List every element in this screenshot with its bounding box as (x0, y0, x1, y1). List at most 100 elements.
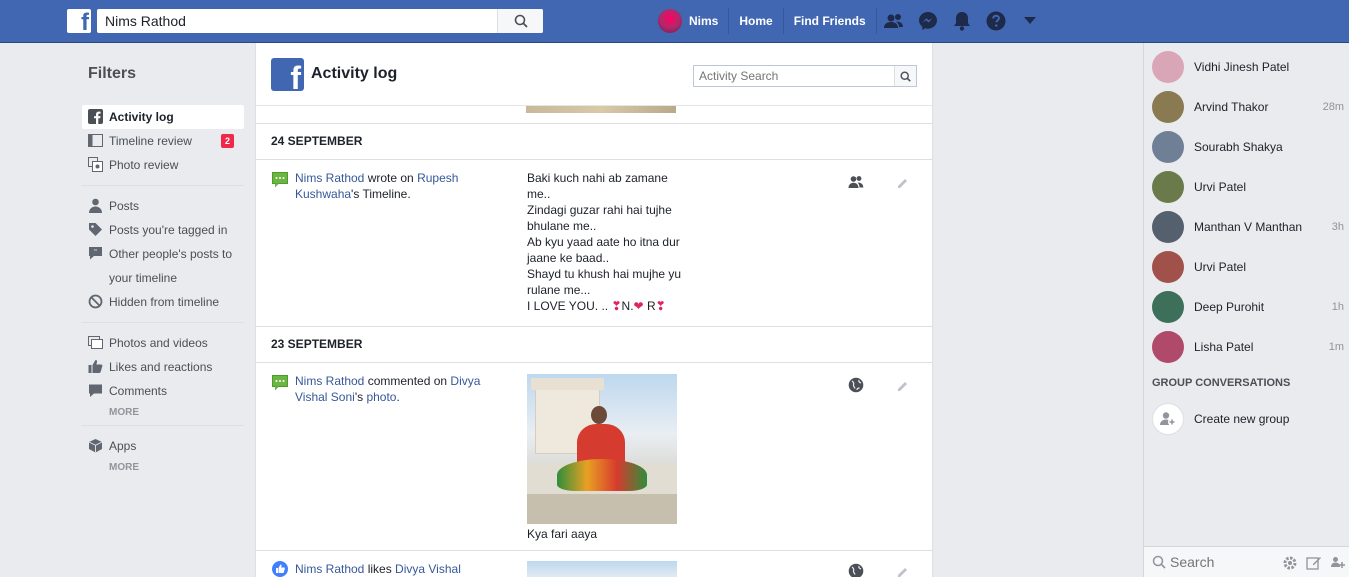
facebook-logo-icon[interactable]: f (67, 9, 91, 33)
filter-posts-tagged[interactable]: Posts you're tagged in (82, 218, 244, 242)
actor-link[interactable]: Nims Rathod (295, 562, 364, 576)
friends-audience-icon[interactable] (848, 174, 864, 190)
photo-detail (557, 459, 647, 491)
filter-label: Other people's posts to your timeline (109, 242, 232, 290)
photo-thumbnail[interactable] (527, 561, 677, 577)
cube-icon (88, 439, 103, 453)
create-new-group-button[interactable]: Create new group (1152, 399, 1289, 439)
profile-link[interactable]: Nims (658, 8, 730, 34)
caret-down-icon (1023, 17, 1036, 24)
global-search-input[interactable] (97, 9, 497, 33)
activity-search-input[interactable] (694, 66, 894, 86)
facebook-logo-icon: f (271, 58, 304, 91)
avatar (1152, 331, 1184, 363)
avatar (1152, 251, 1184, 283)
more-link[interactable]: MORE (82, 403, 244, 423)
filter-apps[interactable]: Apps (82, 434, 244, 458)
date-header: 23 SEPTEMBER (256, 326, 932, 363)
heart-emoji-icon: ❤ (633, 299, 644, 313)
photo-link[interactable]: photo (366, 390, 396, 404)
photo-thumbnail[interactable] (526, 106, 676, 113)
friend-requests-button[interactable] (877, 8, 911, 34)
friends-icon (883, 14, 903, 28)
entry-verb: wrote on (364, 171, 418, 185)
globe-icon[interactable] (848, 377, 864, 393)
entry-verb: likes (364, 562, 396, 576)
chat-search-input[interactable] (1170, 554, 1260, 570)
globe-icon[interactable] (848, 563, 864, 577)
post-line: Shayd tu khush hai mujhe yu (527, 267, 682, 281)
create-group-label: Create new group (1194, 412, 1290, 426)
new-group-icon[interactable] (1330, 555, 1346, 571)
post-line: jaane ke baad.. (527, 251, 610, 265)
timeline-icon (88, 134, 103, 147)
actor-link[interactable]: Nims Rathod (295, 374, 364, 388)
filter-label: Timeline review (109, 134, 192, 148)
filters-panel: Filters Activity log Timeline review 2 P… (82, 43, 244, 478)
like-icon (272, 561, 288, 577)
pencil-icon[interactable] (896, 379, 910, 393)
actor-link[interactable]: Nims Rathod (295, 171, 364, 185)
filter-likes-reactions[interactable]: Likes and reactions (82, 355, 244, 379)
search-icon (514, 14, 528, 28)
help-button[interactable] (979, 8, 1013, 34)
avatar (1152, 51, 1184, 83)
last-active-time: 3h (1331, 221, 1344, 233)
facebook-icon (88, 109, 103, 124)
entry-description: Nims Rathod likes Divya Vishal Soni's (295, 561, 485, 577)
chat-contact[interactable]: Urvi Patel (1152, 247, 1348, 287)
pencil-icon[interactable] (896, 565, 910, 577)
filter-other-posts[interactable]: " Other people's posts to your timeline (82, 242, 244, 290)
search-button[interactable] (497, 9, 543, 33)
find-friends-link[interactable]: Find Friends (784, 8, 877, 34)
messenger-button[interactable] (911, 8, 945, 34)
gear-icon[interactable] (1282, 555, 1298, 571)
notifications-button[interactable] (945, 8, 979, 34)
heart-emoji-icon: ❣ (611, 299, 622, 313)
contact-name: Arvind Thakor (1194, 100, 1269, 114)
filter-comments[interactable]: Comments (82, 379, 244, 403)
filter-photos-videos[interactable]: Photos and videos (82, 331, 244, 355)
filter-label: Apps (109, 439, 137, 453)
avatar (1152, 291, 1184, 323)
chat-contact[interactable]: Urvi Patel (1152, 167, 1348, 207)
chat-contact[interactable]: Deep Purohit 1h (1152, 287, 1348, 327)
post-line: Zindagi guzar rahi hai tujhe (527, 203, 672, 217)
chat-contact[interactable]: Lisha Patel 1m (1152, 327, 1348, 367)
group-conversations-header: GROUP CONVERSATIONS (1152, 377, 1291, 389)
photo-thumbnail[interactable] (527, 374, 677, 524)
account-menu-button[interactable] (1013, 8, 1047, 34)
compose-icon[interactable] (1306, 555, 1322, 571)
chat-contact[interactable]: Vidhi Jinesh Patel (1152, 47, 1348, 87)
top-nav: Nims Home Find Friends (658, 8, 1047, 34)
filter-timeline-review[interactable]: Timeline review 2 (82, 129, 244, 153)
chat-contact[interactable]: Arvind Thakor 28m (1152, 87, 1348, 127)
contact-name: Deep Purohit (1194, 300, 1265, 314)
activity-log-panel: f Activity log 24 SEPTEMBER Nims Rathod … (255, 43, 933, 577)
filter-photo-review[interactable]: Photo review (82, 153, 244, 177)
search-icon (900, 70, 911, 82)
avatar (1152, 171, 1184, 203)
activity-search-button[interactable] (894, 66, 916, 86)
entry-description: Nims Rathod commented on Divya Vishal So… (295, 373, 485, 405)
chat-contact[interactable]: Sourabh Shakya (1152, 127, 1348, 167)
messenger-icon (918, 12, 937, 30)
chat-contact[interactable]: Manthan V Manthan 3h (1152, 207, 1348, 247)
comment-icon (89, 384, 102, 397)
comment-text: Kya fari aaya (527, 527, 598, 541)
activity-entry: Nims Rathod wrote on Rupesh Kushwaha's T… (256, 160, 932, 326)
svg-text:": " (94, 248, 97, 256)
pencil-icon[interactable] (896, 176, 910, 190)
filter-hidden[interactable]: Hidden from timeline (82, 290, 244, 314)
more-link[interactable]: MORE (82, 458, 244, 478)
filter-activity-log[interactable]: Activity log (82, 105, 244, 129)
post-line-last: I LOVE YOU. .. ❣N.❤ R❣ (527, 298, 697, 314)
filter-posts[interactable]: Posts (82, 194, 244, 218)
divider (82, 185, 244, 186)
filter-label: Likes and reactions (109, 360, 213, 374)
home-link[interactable]: Home (729, 8, 784, 34)
contact-name: Vidhi Jinesh Patel (1194, 60, 1290, 74)
photo-detail (531, 378, 604, 390)
post-line-tail: R (643, 299, 656, 313)
post-line: me.. (527, 187, 551, 201)
